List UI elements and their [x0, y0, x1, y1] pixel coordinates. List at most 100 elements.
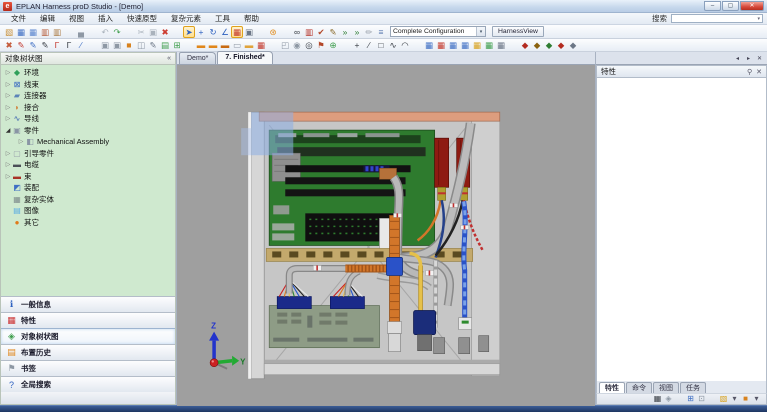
table-misc-icon[interactable]: ▦: [495, 39, 507, 51]
zoom-select-icon[interactable]: ⊡: [696, 394, 707, 405]
menu-item[interactable]: 视图: [62, 13, 91, 25]
discard-icon[interactable]: ◫: [135, 39, 147, 51]
copy-icon[interactable]: ▣: [147, 26, 159, 38]
flag-icon[interactable]: ⚑: [315, 39, 327, 51]
unroute-icon[interactable]: ✖: [3, 39, 15, 51]
tree-item[interactable]: ◆ 环境: [1, 67, 175, 79]
document-tab[interactable]: Demo*: [179, 52, 216, 64]
undo-icon[interactable]: ↶: [99, 26, 111, 38]
nailboard-icon[interactable]: ▦: [423, 39, 435, 51]
search-box[interactable]: ▾: [671, 14, 763, 23]
measure-angle-icon[interactable]: ∠: [219, 26, 231, 38]
tape-icon[interactable]: ▬: [243, 39, 255, 51]
tree-expander-icon[interactable]: [4, 127, 12, 134]
tree-item[interactable]: ▣ 零件: [1, 125, 175, 137]
collision-check-icon[interactable]: ▦: [231, 26, 243, 38]
tab-scroll-right-icon[interactable]: ▸: [744, 55, 753, 62]
3d-viewport[interactable]: Z Y: [177, 65, 595, 406]
panel-switch-button[interactable]: ▦ 特性: [1, 312, 175, 328]
tree-item[interactable]: ▰ 连接器: [1, 90, 175, 102]
route-all-icon[interactable]: »: [351, 26, 363, 38]
bundle-split-icon[interactable]: ▬: [207, 39, 219, 51]
report-doc3-icon[interactable]: ◆: [543, 39, 555, 51]
table-cables-icon[interactable]: ▦: [459, 39, 471, 51]
route-forward-icon[interactable]: »: [339, 26, 351, 38]
render-mode-icon[interactable]: ▧: [718, 394, 729, 405]
add-spline-icon[interactable]: ∿: [387, 39, 399, 51]
tree-expander-icon[interactable]: [17, 138, 25, 145]
restore-button[interactable]: ▢: [722, 1, 739, 11]
black-pen-icon[interactable]: ✎: [39, 39, 51, 51]
right-panel-tab[interactable]: 视图: [653, 382, 679, 393]
tree-node-icon[interactable]: ⊕: [327, 39, 339, 51]
find-icon[interactable]: ∞: [291, 26, 303, 38]
fit-view-icon[interactable]: ⊞: [685, 394, 696, 405]
tree-item[interactable]: ▢ 引导零件: [1, 148, 175, 160]
report-doc4-icon[interactable]: ◆: [555, 39, 567, 51]
validate-icon[interactable]: ✔: [315, 26, 327, 38]
route-diagonal-icon[interactable]: ∕: [75, 39, 87, 51]
tree-item[interactable]: ◗ 接合: [1, 102, 175, 114]
menu-item[interactable]: 插入: [91, 13, 120, 25]
panel-switch-button[interactable]: ? 全局搜索: [1, 376, 175, 392]
tree-expander-icon[interactable]: [4, 115, 12, 122]
view-cube-icon[interactable]: ■: [740, 394, 751, 405]
close-button[interactable]: ✕: [740, 1, 764, 11]
select-cursor-icon[interactable]: ➤: [183, 26, 195, 38]
route-corner-icon[interactable]: Γ: [51, 39, 63, 51]
tree-expander-icon[interactable]: [4, 69, 12, 76]
table-cutlist-icon[interactable]: ▦: [483, 39, 495, 51]
report-icon[interactable]: ▥: [303, 26, 315, 38]
menu-item[interactable]: 复杂元素: [164, 13, 208, 25]
collapse-panel-icon[interactable]: «: [167, 55, 171, 62]
tree-item[interactable]: ◩ 装配: [1, 182, 175, 194]
report-doc5-icon[interactable]: ◆: [567, 39, 579, 51]
import-archive-icon[interactable]: ▥: [51, 26, 63, 38]
lock-icon[interactable]: ◉: [291, 39, 303, 51]
tree-item[interactable]: ∿ 导线: [1, 113, 175, 125]
menu-item[interactable]: 帮助: [237, 13, 266, 25]
box-select-icon[interactable]: ◰: [279, 39, 291, 51]
search-dropdown-icon[interactable]: ▾: [755, 16, 762, 22]
place-point-icon[interactable]: +: [195, 26, 207, 38]
right-panel-tab[interactable]: 特性: [599, 382, 625, 393]
device-display-icon[interactable]: ▣: [111, 39, 123, 51]
blue-pencil-icon[interactable]: ✎: [27, 39, 39, 51]
settings-icon[interactable]: ⊛: [267, 26, 279, 38]
right-panel-tab[interactable]: 任务: [680, 382, 706, 393]
right-panel-tab[interactable]: 命令: [626, 382, 652, 393]
harness-view-button[interactable]: HarnessView: [492, 26, 544, 37]
nailboard-red-icon[interactable]: ▦: [435, 39, 447, 51]
report-doc2-icon[interactable]: ◆: [531, 39, 543, 51]
panel-switch-button[interactable]: ⚑ 书签: [1, 360, 175, 376]
delete-icon[interactable]: ✖: [159, 26, 171, 38]
open-project-icon[interactable]: ▧: [3, 26, 15, 38]
add-arc-icon[interactable]: ◠: [399, 39, 411, 51]
tree-item[interactable]: ▬ 束: [1, 171, 175, 183]
add-doc-icon[interactable]: ⊞: [171, 39, 183, 51]
zoom-window-icon[interactable]: ▦: [652, 394, 663, 405]
tree-expander-icon[interactable]: [4, 81, 12, 88]
edit-part-icon[interactable]: ✎: [147, 39, 159, 51]
redo-icon[interactable]: ↷: [111, 26, 123, 38]
print-icon[interactable]: ▄: [75, 26, 87, 38]
table-wires-icon[interactable]: ▦: [447, 39, 459, 51]
menu-item[interactable]: 编辑: [33, 13, 62, 25]
panel-switch-button[interactable]: ◈ 对象树状图: [1, 328, 175, 344]
add-point-icon[interactable]: +: [351, 39, 363, 51]
pin-icon[interactable]: ⚲: [747, 68, 752, 76]
add-line-icon[interactable]: ∕: [363, 39, 375, 51]
route-corner2-icon[interactable]: Γ: [63, 39, 75, 51]
tree-expander-icon[interactable]: [4, 150, 12, 157]
red-pencil-icon[interactable]: ✎: [15, 39, 27, 51]
menu-item[interactable]: 快速原型: [120, 13, 164, 25]
new-doc-icon[interactable]: ▤: [159, 39, 171, 51]
camera-view-icon[interactable]: ▣: [243, 26, 255, 38]
grid-check-icon[interactable]: ▦: [255, 39, 267, 51]
tree-item[interactable]: ⊠ 线束: [1, 79, 175, 91]
export-archive-icon[interactable]: ▥: [39, 26, 51, 38]
cut-icon[interactable]: ✂: [135, 26, 147, 38]
tree-item[interactable]: ▤ 图像: [1, 205, 175, 217]
tree-item[interactable]: ● 其它: [1, 217, 175, 229]
tree-item[interactable]: ▦ 复杂实体: [1, 194, 175, 206]
